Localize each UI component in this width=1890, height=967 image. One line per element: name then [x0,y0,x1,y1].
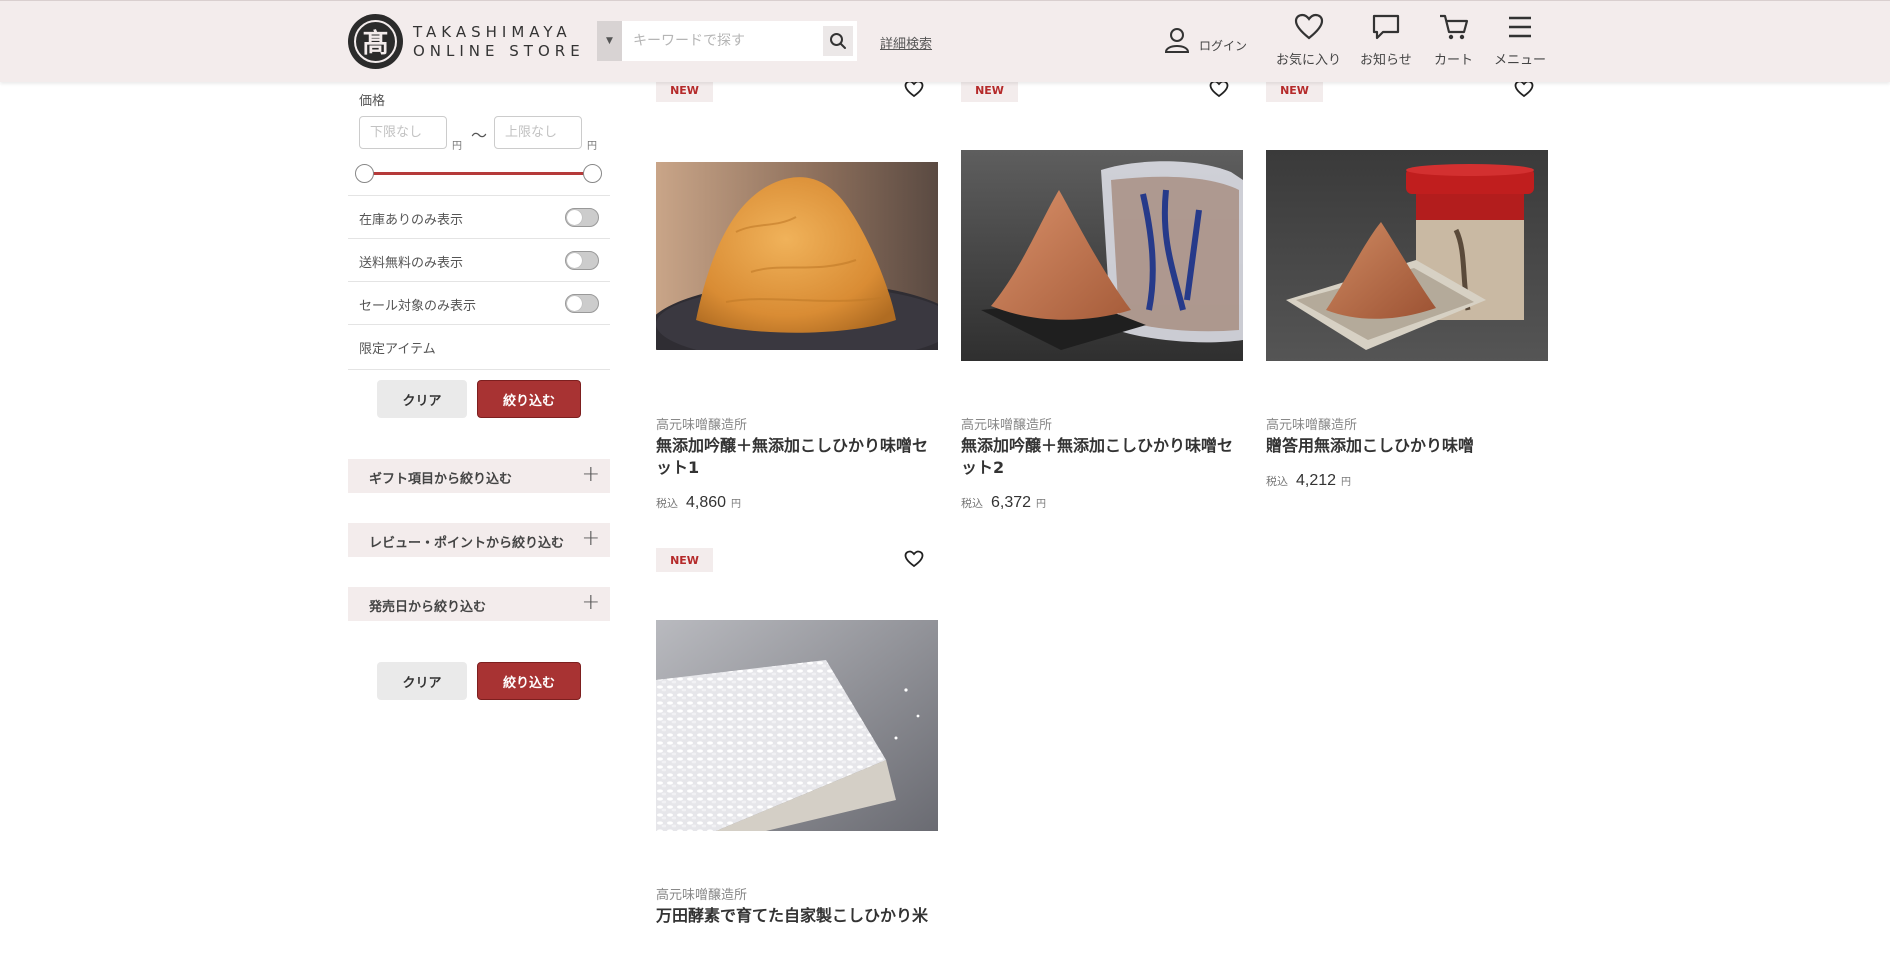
favorite-heart-icon[interactable] [904,80,924,102]
product-card[interactable]: NEW 高元味噌醸造所 万田酵素で育てた自家製こしひかり米 [656,548,938,967]
advanced-search-link[interactable]: 詳細検索 [880,33,932,52]
price-range-track [364,172,592,175]
product-maker: 高元味噌醸造所 [1266,418,1358,433]
product-image[interactable] [1266,150,1548,361]
product-name[interactable]: 万田酵素で育てた自家製こしひかり米 [656,905,938,927]
favorites-button[interactable]: お気に入り [1276,13,1341,68]
clear-button-bottom[interactable]: クリア [377,662,467,700]
favorite-heart-icon[interactable] [1514,80,1534,102]
price-min-unit: 円 [452,141,462,152]
login-label: ログイン [1199,38,1248,53]
sale-toggle-row: セール対象のみ表示 [359,292,599,314]
search-icon [823,26,853,56]
price-range-separator: 〜 [471,126,488,145]
plus-icon: + [581,462,600,487]
price-min-input[interactable] [359,116,447,149]
logo-line1: TAKASHIMAYA [413,22,572,41]
product-maker: 高元味噌醸造所 [961,418,1053,433]
free-shipping-toggle[interactable] [565,251,599,270]
product-maker: 高元味噌醸造所 [656,888,748,903]
product-price: 税込 4,860 円 [656,494,741,512]
divider [348,281,610,282]
release-date-filter-label: 発売日から絞り込む [369,600,487,615]
limited-items-filter[interactable]: 限定アイテム [359,338,436,357]
product-name[interactable]: 無添加吟醸＋無添加こしひかり味噌セット2 [961,435,1243,479]
notifications-button[interactable]: お知らせ [1360,13,1412,68]
divider [348,195,610,196]
site-header: 髙 TAKASHIMAYA ONLINE STORE ▼ 詳細検索 ログイン お… [0,0,1890,82]
divider [348,369,610,370]
price-unit: 円 [731,499,742,510]
free-shipping-toggle-row: 送料無料のみ表示 [359,249,599,271]
favorites-label: お気に入り [1276,53,1342,68]
price-amount: 6,372 [991,494,1032,511]
product-name[interactable]: 贈答用無添加こしひかり味噌 [1266,435,1548,457]
price-max-input[interactable] [494,116,582,149]
user-icon [1163,26,1191,58]
price-unit: 円 [1036,499,1047,510]
chat-icon [1371,13,1401,45]
favorite-heart-icon[interactable] [1209,80,1229,102]
review-filter-label: レビュー・ポイントから絞り込む [369,536,565,551]
sale-toggle[interactable] [565,294,599,313]
price-range-max-handle[interactable] [583,164,602,183]
tax-included-label: 税込 [1266,475,1288,488]
price-unit: 円 [1341,477,1352,488]
heart-icon [1294,13,1324,45]
price-amount: 4,860 [686,494,727,511]
cart-button[interactable]: カート [1434,13,1473,68]
menu-button[interactable]: メニュー [1494,13,1546,68]
price-range-min-handle[interactable] [355,164,374,183]
price-max-unit: 円 [587,141,597,152]
divider [348,238,610,239]
apply-filter-button[interactable]: 絞り込む [477,380,581,418]
logo-mark: 髙 [348,14,403,69]
sale-toggle-label: セール対象のみ表示 [359,299,477,314]
divider [348,324,610,325]
logo-symbol: 髙 [354,20,397,63]
release-date-filter-accordion[interactable]: 発売日から絞り込む + [348,587,610,621]
logo-line2: ONLINE STORE [413,41,585,60]
review-filter-accordion[interactable]: レビュー・ポイントから絞り込む + [348,523,610,557]
login-button[interactable]: ログイン [1163,26,1247,58]
favorite-heart-icon[interactable] [904,550,924,572]
gift-filter-label: ギフト項目から絞り込む [369,472,513,487]
product-card[interactable]: NEW 高元味噌醸造所 贈答用無添加こしひかり味噌 税込 4,212 円 [1266,78,1548,518]
search-button[interactable] [819,21,857,61]
tax-included-label: 税込 [656,497,678,510]
product-card[interactable]: NEW 高元味噌醸造所 無添加吟醸＋無添加こしひかり味噌セット2 税込 6,37… [961,78,1243,518]
tax-included-label: 税込 [961,497,983,510]
price-amount: 4,212 [1296,472,1337,489]
menu-icon [1506,13,1534,45]
product-image[interactable] [961,150,1243,361]
cart-icon [1438,13,1470,45]
in-stock-toggle-label: 在庫ありのみ表示 [359,213,464,228]
plus-icon: + [581,526,600,551]
product-image[interactable] [646,162,966,382]
free-shipping-toggle-label: 送料無料のみ表示 [359,256,464,271]
apply-filter-button-bottom[interactable]: 絞り込む [477,662,581,700]
clear-button[interactable]: クリア [377,380,467,418]
store-logo[interactable]: 髙 TAKASHIMAYA ONLINE STORE [348,14,585,69]
notifications-label: お知らせ [1360,53,1412,68]
logo-text: TAKASHIMAYA ONLINE STORE [413,23,585,61]
plus-icon: + [581,590,600,615]
search-input[interactable] [622,21,819,61]
product-price: 税込 4,212 円 [1266,472,1351,490]
product-image[interactable] [656,620,938,831]
product-maker: 高元味噌醸造所 [656,418,748,433]
in-stock-toggle[interactable] [565,208,599,227]
search-category-dropdown[interactable]: ▼ [597,21,622,61]
cart-label: カート [1434,53,1474,68]
in-stock-toggle-row: 在庫ありのみ表示 [359,206,599,228]
product-name[interactable]: 無添加吟醸＋無添加こしひかり味噌セット1 [656,435,938,479]
gift-filter-accordion[interactable]: ギフト項目から絞り込む + [348,459,610,493]
product-price: 税込 6,372 円 [961,494,1046,512]
price-filter-title: 価格 [359,94,386,109]
product-card[interactable]: NEW 高元味噌醸造所 無添加吟醸＋無添加こしひかり味噌セット1 税込 4,86… [646,78,966,518]
new-badge: NEW [656,548,713,572]
menu-label: メニュー [1494,53,1547,68]
search-bar: ▼ [597,21,857,61]
